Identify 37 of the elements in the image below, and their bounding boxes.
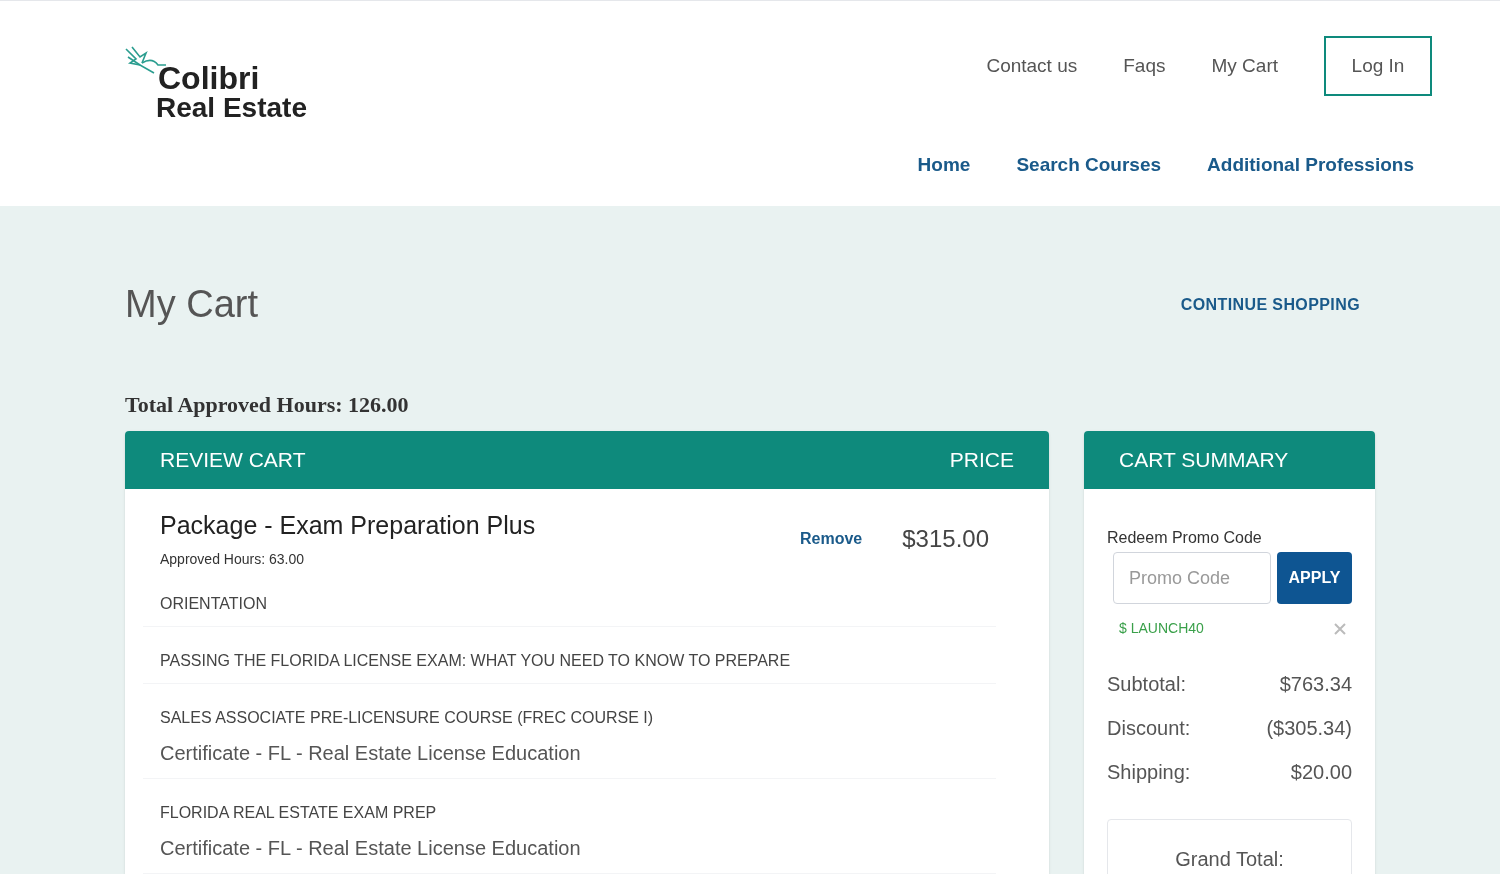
promo-code-field[interactable]: Promo Code <box>1113 552 1271 604</box>
logo-text: Colibri <box>157 63 261 93</box>
close-icon[interactable] <box>1334 622 1346 635</box>
course-name: SALES ASSOCIATE PRE-LICENSURE COURSE (FREC COURSE I) <box>160 707 655 728</box>
remove-link[interactable]: Remove <box>800 527 863 551</box>
course-name: PASSING THE FLORIDA LICENSE EXAM: WHAT YOU NEED TO KNOW TO PREPARE <box>160 650 792 671</box>
grand-total-label: Grand Total: <box>1175 847 1284 872</box>
summary-value: $20.00 <box>1290 760 1352 785</box>
summary-value: $763.34 <box>1279 672 1352 697</box>
panel-title: REVIEW CART <box>160 447 306 474</box>
course-name: ORIENTATION <box>160 593 268 614</box>
page-title: My Cart <box>125 282 258 327</box>
panel-title: CART SUMMARY <box>1119 447 1289 474</box>
summary-label: Discount: <box>1107 716 1191 741</box>
promo-label: Redeem Promo Code <box>1107 528 1263 548</box>
total-hours: Total Approved Hours: 126.00 <box>125 391 410 419</box>
item-price: $315.00 <box>902 524 989 554</box>
summary-label: Subtotal: <box>1107 672 1186 697</box>
summary-label: Shipping: <box>1107 760 1191 785</box>
logo-text: Real Estate <box>156 93 307 123</box>
apply-button[interactable]: APPLY <box>1277 552 1352 604</box>
certificate-text: Certificate - FL - Real Estate License Education <box>160 835 582 861</box>
continue-shopping-link[interactable]: CONTINUE SHOPPING <box>1180 292 1360 317</box>
certificate-text: Certificate - FL - Real Estate License Education <box>160 740 582 766</box>
top-nav-link[interactable]: Contact us <box>986 51 1078 81</box>
main-nav-link[interactable]: Home <box>917 151 971 180</box>
login-button[interactable]: Log In <box>1324 36 1432 96</box>
column-header: PRICE <box>949 447 1014 474</box>
summary-value: ($305.34) <box>1266 716 1352 741</box>
course-name: FLORIDA REAL ESTATE EXAM PREP <box>160 802 438 823</box>
main-nav-link[interactable]: Additional Professions <box>1207 151 1414 180</box>
top-nav-link[interactable]: My Cart <box>1211 51 1278 81</box>
package-title: Package - Exam Preparation Plus <box>160 510 536 541</box>
applied-promo-code: $ LAUNCH40 <box>1119 619 1204 638</box>
main-nav-link[interactable]: Search Courses <box>1016 151 1162 180</box>
approved-hours: Approved Hours: 63.00 <box>160 549 305 569</box>
top-nav-link[interactable]: Faqs <box>1123 51 1166 81</box>
